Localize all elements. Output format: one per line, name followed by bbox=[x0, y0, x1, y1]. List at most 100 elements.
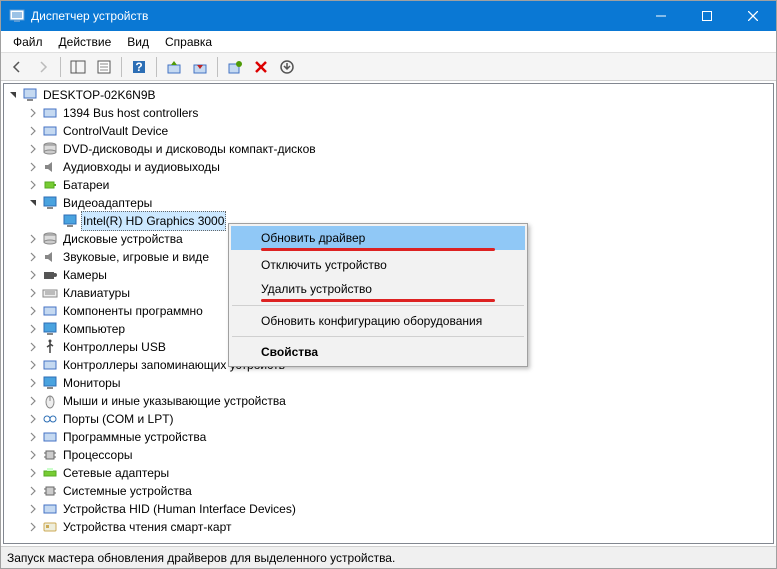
computer-icon bbox=[22, 87, 38, 103]
update-driver-button[interactable] bbox=[162, 55, 186, 79]
device-icon bbox=[42, 123, 58, 139]
chevron-right-icon[interactable] bbox=[26, 178, 40, 192]
tree-label: DESKTOP-02K6N9B bbox=[41, 86, 158, 104]
device-tree[interactable]: DESKTOP-02K6N9B 1394 Bus host controller… bbox=[3, 83, 774, 544]
tree-row[interactable]: Видеоадаптеры bbox=[4, 194, 773, 212]
tree-row[interactable]: DVD-дисководы и дисководы компакт-дисков bbox=[4, 140, 773, 158]
menu-bar: Файл Действие Вид Справка bbox=[1, 31, 776, 53]
window-controls bbox=[638, 1, 776, 31]
chevron-right-icon[interactable] bbox=[26, 160, 40, 174]
device-icon bbox=[42, 357, 58, 373]
context-update-driver[interactable]: Обновить драйвер bbox=[231, 226, 525, 250]
chevron-right-icon[interactable] bbox=[26, 430, 40, 444]
toolbar: ? bbox=[1, 53, 776, 81]
chevron-right-icon[interactable] bbox=[26, 124, 40, 138]
chevron-right-icon[interactable] bbox=[26, 304, 40, 318]
close-button[interactable] bbox=[730, 1, 776, 31]
context-disable-device[interactable]: Отключить устройство bbox=[231, 253, 525, 277]
tree-label: Клавиатуры bbox=[61, 284, 132, 302]
window-title: Диспетчер устройств bbox=[31, 9, 638, 23]
menu-action[interactable]: Действие bbox=[51, 33, 120, 51]
tree-label: Intel(R) HD Graphics 3000 bbox=[81, 211, 226, 231]
menu-help[interactable]: Справка bbox=[157, 33, 220, 51]
tree-row[interactable]: Сетевые адаптеры bbox=[4, 464, 773, 482]
chevron-right-icon[interactable] bbox=[26, 322, 40, 336]
device-icon bbox=[42, 105, 58, 121]
tree-label: DVD-дисководы и дисководы компакт-дисков bbox=[61, 140, 318, 158]
context-menu: Обновить драйвер Отключить устройство Уд… bbox=[228, 223, 528, 367]
install-legacy-button[interactable] bbox=[275, 55, 299, 79]
context-separator bbox=[232, 305, 524, 306]
tree-row[interactable]: ControlVault Device bbox=[4, 122, 773, 140]
device-icon bbox=[42, 411, 58, 427]
help-button[interactable]: ? bbox=[127, 55, 151, 79]
chevron-right-icon[interactable] bbox=[26, 268, 40, 282]
tree-row[interactable]: Батареи bbox=[4, 176, 773, 194]
chevron-right-icon[interactable] bbox=[26, 358, 40, 372]
chevron-right-icon[interactable] bbox=[26, 106, 40, 120]
tree-root[interactable]: DESKTOP-02K6N9B bbox=[4, 86, 773, 104]
disable-device-button[interactable] bbox=[188, 55, 212, 79]
menu-file[interactable]: Файл bbox=[5, 33, 51, 51]
minimize-button[interactable] bbox=[638, 1, 684, 31]
svg-text:?: ? bbox=[135, 60, 142, 74]
context-refresh-hardware[interactable]: Обновить конфигурацию оборудования bbox=[231, 309, 525, 333]
tree-label: Дисковые устройства bbox=[61, 230, 185, 248]
tree-row[interactable]: Процессоры bbox=[4, 446, 773, 464]
forward-button[interactable] bbox=[31, 55, 55, 79]
tree-row[interactable]: Программные устройства bbox=[4, 428, 773, 446]
chevron-right-icon[interactable] bbox=[26, 412, 40, 426]
tree-label: Устройства HID (Human Interface Devices) bbox=[61, 500, 298, 518]
chevron-right-icon[interactable] bbox=[46, 214, 60, 228]
chevron-right-icon[interactable] bbox=[26, 286, 40, 300]
device-icon bbox=[42, 519, 58, 535]
tree-label: Компоненты программно bbox=[61, 302, 205, 320]
chevron-right-icon[interactable] bbox=[26, 340, 40, 354]
chevron-right-icon[interactable] bbox=[26, 520, 40, 534]
tree-row[interactable]: Порты (COM и LPT) bbox=[4, 410, 773, 428]
tree-label: Звуковые, игровые и виде bbox=[61, 248, 211, 266]
device-icon bbox=[42, 159, 58, 175]
tree-row[interactable]: Мыши и иные указывающие устройства bbox=[4, 392, 773, 410]
chevron-down-icon[interactable] bbox=[26, 196, 40, 210]
device-icon bbox=[42, 465, 58, 481]
device-icon bbox=[42, 483, 58, 499]
scan-hardware-button[interactable] bbox=[223, 55, 247, 79]
chevron-right-icon[interactable] bbox=[26, 232, 40, 246]
chevron-down-icon[interactable] bbox=[6, 88, 20, 102]
tree-row[interactable]: Мониторы bbox=[4, 374, 773, 392]
title-bar: Диспетчер устройств bbox=[1, 1, 776, 31]
uninstall-button[interactable] bbox=[249, 55, 273, 79]
chevron-right-icon[interactable] bbox=[26, 142, 40, 156]
chevron-right-icon[interactable] bbox=[26, 394, 40, 408]
properties-button[interactable] bbox=[92, 55, 116, 79]
tree-label: Контроллеры USB bbox=[61, 338, 168, 356]
tree-label: Процессоры bbox=[61, 446, 135, 464]
tree-row[interactable]: Аудиовходы и аудиовыходы bbox=[4, 158, 773, 176]
chevron-right-icon[interactable] bbox=[26, 448, 40, 462]
chevron-right-icon[interactable] bbox=[26, 376, 40, 390]
chevron-right-icon[interactable] bbox=[26, 466, 40, 480]
tree-label: Устройства чтения смарт-карт bbox=[61, 518, 233, 536]
device-icon bbox=[42, 141, 58, 157]
annotation-underline bbox=[261, 299, 495, 302]
show-hide-tree-button[interactable] bbox=[66, 55, 90, 79]
context-remove-device[interactable]: Удалить устройство bbox=[231, 277, 525, 301]
device-icon bbox=[62, 213, 78, 229]
device-icon bbox=[42, 231, 58, 247]
tree-label: ControlVault Device bbox=[61, 122, 170, 140]
device-icon bbox=[42, 393, 58, 409]
tree-row[interactable]: Устройства HID (Human Interface Devices) bbox=[4, 500, 773, 518]
tree-row[interactable]: 1394 Bus host controllers bbox=[4, 104, 773, 122]
device-icon bbox=[42, 177, 58, 193]
tree-row[interactable]: Системные устройства bbox=[4, 482, 773, 500]
maximize-button[interactable] bbox=[684, 1, 730, 31]
chevron-right-icon[interactable] bbox=[26, 502, 40, 516]
tree-row[interactable]: Устройства чтения смарт-карт bbox=[4, 518, 773, 536]
menu-view[interactable]: Вид bbox=[119, 33, 157, 51]
chevron-right-icon[interactable] bbox=[26, 250, 40, 264]
chevron-right-icon[interactable] bbox=[26, 484, 40, 498]
tree-label: Батареи bbox=[61, 176, 111, 194]
context-properties[interactable]: Свойства bbox=[231, 340, 525, 364]
back-button[interactable] bbox=[5, 55, 29, 79]
